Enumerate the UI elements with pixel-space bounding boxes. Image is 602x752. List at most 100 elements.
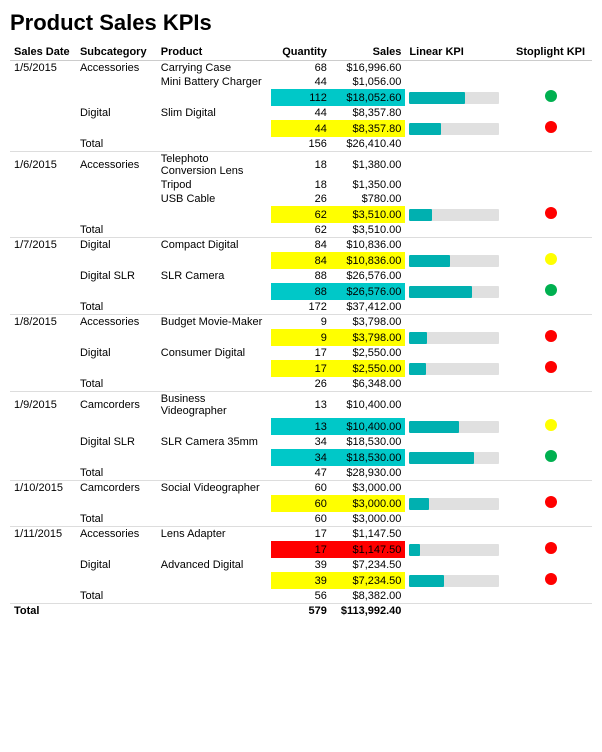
subcat-cell <box>76 360 157 377</box>
stoplight-cell <box>509 269 592 283</box>
total-row: Total 172 $37,412.00 <box>10 300 592 315</box>
linear-bar-fill <box>409 332 427 344</box>
subcat-cell: Digital <box>76 106 157 120</box>
linear-bar <box>409 286 499 298</box>
date-cell: 1/9/2015 <box>10 392 76 419</box>
linear-cell <box>405 558 509 572</box>
subcat-cell <box>76 178 157 192</box>
date-cell <box>10 466 76 481</box>
subcat-cell <box>76 192 157 206</box>
date-cell <box>10 495 76 512</box>
stoplight-cell <box>509 512 592 527</box>
product-cell <box>157 137 271 152</box>
kpi-row: 34 $18,530.00 <box>10 449 592 466</box>
linear-cell <box>405 192 509 206</box>
subcat-total-label: Total <box>76 223 157 238</box>
subcat-cell <box>76 495 157 512</box>
product-cell: Tripod <box>157 178 271 192</box>
linear-cell <box>405 449 509 466</box>
sales-cell: $8,357.80 <box>331 106 406 120</box>
product-cell: Consumer Digital <box>157 346 271 360</box>
kpi-row: 112 $18,052.60 <box>10 89 592 106</box>
date-cell <box>10 418 76 435</box>
linear-cell <box>405 315 509 330</box>
linear-cell <box>405 360 509 377</box>
product-cell: USB Cable <box>157 192 271 206</box>
qty-cell: 39 <box>271 558 331 572</box>
kpi-sales-cell: $18,052.60 <box>331 89 406 106</box>
stoplight-circle <box>545 284 557 296</box>
subcat-cell <box>76 449 157 466</box>
stoplight-cell <box>509 360 592 377</box>
linear-cell <box>405 61 509 76</box>
date-cell <box>10 120 76 137</box>
date-cell: 1/5/2015 <box>10 61 76 76</box>
table-row: USB Cable 26 $780.00 <box>10 192 592 206</box>
linear-cell <box>405 106 509 120</box>
grand-total-sales: $113,992.40 <box>331 604 406 619</box>
total-qty: 172 <box>271 300 331 315</box>
product-cell <box>157 283 271 300</box>
kpi-row: 39 $7,234.50 <box>10 572 592 589</box>
stoplight-cell <box>509 449 592 466</box>
total-qty: 26 <box>271 377 331 392</box>
stoplight-cell <box>509 223 592 238</box>
product-cell <box>157 572 271 589</box>
date-cell <box>10 589 76 604</box>
kpi-table: Sales Date Subcategory Product Quantity … <box>10 44 592 618</box>
stoplight-cell <box>509 527 592 542</box>
subcat-total-label: Total <box>76 466 157 481</box>
kpi-sales-cell: $1,147.50 <box>331 541 406 558</box>
sales-cell: $18,530.00 <box>331 435 406 449</box>
stoplight-cell <box>509 238 592 253</box>
total-sales: $37,412.00 <box>331 300 406 315</box>
date-cell: 1/6/2015 <box>10 152 76 179</box>
stoplight-cell <box>509 558 592 572</box>
stoplight-circle <box>545 419 557 431</box>
linear-cell <box>405 435 509 449</box>
linear-cell <box>405 206 509 223</box>
total-qty: 56 <box>271 589 331 604</box>
sales-cell: $7,234.50 <box>331 558 406 572</box>
table-row: 1/8/2015 Accessories Budget Movie-Maker … <box>10 315 592 330</box>
date-cell <box>10 137 76 152</box>
product-cell: SLR Camera <box>157 269 271 283</box>
stoplight-cell <box>509 106 592 120</box>
stoplight-cell <box>509 541 592 558</box>
kpi-qty-cell: 84 <box>271 252 331 269</box>
stoplight-circle <box>545 361 557 373</box>
stoplight-circle <box>545 207 557 219</box>
subcat-cell <box>76 418 157 435</box>
table-row: 1/11/2015 Accessories Lens Adapter 17 $1… <box>10 527 592 542</box>
linear-cell <box>405 377 509 392</box>
sales-cell: $2,550.00 <box>331 346 406 360</box>
qty-cell: 18 <box>271 178 331 192</box>
linear-bar <box>409 575 499 587</box>
linear-bar <box>409 209 499 221</box>
table-row: 1/10/2015 Camcorders Social Videographer… <box>10 481 592 496</box>
linear-cell <box>405 527 509 542</box>
linear-cell <box>405 481 509 496</box>
linear-bar-fill <box>409 544 420 556</box>
total-sales: $3,510.00 <box>331 223 406 238</box>
product-cell: Compact Digital <box>157 238 271 253</box>
stoplight-cell <box>509 329 592 346</box>
product-cell: Budget Movie-Maker <box>157 315 271 330</box>
kpi-row: 17 $2,550.00 <box>10 360 592 377</box>
product-cell: Telephoto Conversion Lens <box>157 152 271 179</box>
date-cell <box>10 300 76 315</box>
qty-cell: 68 <box>271 61 331 76</box>
date-cell <box>10 435 76 449</box>
kpi-qty-cell: 13 <box>271 418 331 435</box>
subcat-total-label: Total <box>76 377 157 392</box>
date-cell <box>10 449 76 466</box>
date-cell <box>10 75 76 89</box>
kpi-qty-cell: 44 <box>271 120 331 137</box>
total-sales: $3,000.00 <box>331 512 406 527</box>
product-cell: Social Videographer <box>157 481 271 496</box>
kpi-qty-cell: 34 <box>271 449 331 466</box>
date-cell: 1/11/2015 <box>10 527 76 542</box>
total-row: Total 62 $3,510.00 <box>10 223 592 238</box>
date-cell <box>10 558 76 572</box>
linear-bar-fill <box>409 123 441 135</box>
